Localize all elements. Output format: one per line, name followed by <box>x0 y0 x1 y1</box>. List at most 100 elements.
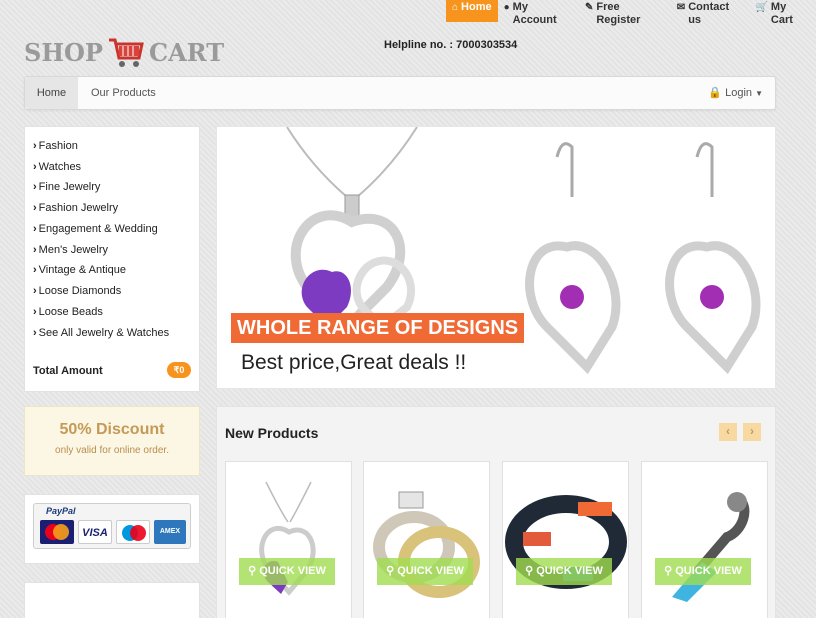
category-fashion[interactable]: › Fashion <box>33 139 78 153</box>
product-image <box>259 481 316 596</box>
category-label: Fine Jewelry <box>38 181 101 193</box>
quick-view-label: QUICK VIEW <box>259 565 326 577</box>
product-card-rings[interactable]: ⚲ QUICK VIEW <box>363 461 490 618</box>
lock-icon: 🔒 <box>708 87 723 99</box>
login-dropdown[interactable]: 🔒 Login ▼ <box>708 77 763 110</box>
product-image <box>672 492 750 602</box>
chevron-right-icon: › <box>33 140 37 152</box>
helpline: Helpline no. : 7000303534 <box>384 39 518 51</box>
chevron-right-icon: › <box>33 161 37 173</box>
banner-title: WHOLE RANGE OF DESIGNS <box>231 313 525 343</box>
quick-view-button[interactable]: ⚲ QUICK VIEW <box>516 558 612 585</box>
amex-logo: AMEX <box>154 520 186 544</box>
discount-box: 50% Discount only valid for online order… <box>24 406 200 476</box>
sidebar-blank-box <box>24 582 200 618</box>
category-fashion-jewelry[interactable]: › Fashion Jewelry <box>33 201 118 215</box>
quick-view-button[interactable]: ⚲ QUICK VIEW <box>655 558 751 585</box>
new-products-section: New Products ‹ › ⚲ QUICK VIEW ⚲ QUICK VI… <box>216 406 776 618</box>
quick-view-label: QUICK VIEW <box>397 565 464 577</box>
total-amount-label: Total Amount <box>33 365 103 377</box>
product-card-pendant[interactable]: ⚲ QUICK VIEW <box>641 461 768 618</box>
top-link-label: Free Register <box>596 1 641 26</box>
payment-methods-box: PayPal VISA AMEX <box>24 494 200 564</box>
nav-home[interactable]: Home <box>25 77 78 109</box>
top-link-label: Contact us <box>688 1 730 26</box>
quick-view-button[interactable]: ⚲ QUICK VIEW <box>239 558 335 585</box>
chevron-right-icon: › <box>33 264 37 276</box>
category-label: Engagement & Wedding <box>38 223 158 235</box>
search-icon: ⚲ <box>525 565 537 577</box>
search-icon: ⚲ <box>386 565 398 577</box>
envelope-icon: ✉ <box>676 2 686 13</box>
category-mens-jewelry[interactable]: › Men's Jewelry <box>33 243 108 257</box>
quick-view-label: QUICK VIEW <box>675 565 742 577</box>
nav-our-products[interactable]: Our Products <box>91 77 156 109</box>
total-amount-badge: ₹0 <box>167 362 191 378</box>
login-label: Login <box>725 87 753 99</box>
cart-icon: 🛒 <box>755 2 768 13</box>
quick-view-button[interactable]: ⚲ QUICK VIEW <box>377 558 473 585</box>
chevron-right-icon: › <box>33 223 37 235</box>
home-icon: ⌂ <box>452 2 459 13</box>
top-link-free-register[interactable]: ✎ Free Register <box>579 0 671 26</box>
banner-subtitle: Best price,Great deals !! <box>237 349 471 377</box>
product-image <box>505 495 627 589</box>
chevron-right-icon: › <box>33 285 37 297</box>
discount-title: 50% Discount <box>59 421 165 438</box>
search-icon: ⚲ <box>664 565 676 577</box>
new-products-title: New Products <box>225 425 319 441</box>
caret-down-icon: ▼ <box>755 89 763 98</box>
chevron-right-icon: › <box>33 202 37 214</box>
category-label: Loose Beads <box>38 306 103 318</box>
hero-banner[interactable]: WHOLE RANGE OF DESIGNS Best price,Great … <box>216 126 776 389</box>
category-see-all[interactable]: › See All Jewelry & Watches <box>33 326 169 340</box>
user-icon: ● <box>503 2 510 13</box>
search-icon: ⚲ <box>248 565 260 577</box>
category-loose-diamonds[interactable]: › Loose Diamonds <box>33 284 121 298</box>
chevron-right-icon: › <box>33 244 37 256</box>
category-vintage-antique[interactable]: › Vintage & Antique <box>33 263 126 277</box>
product-image <box>373 491 480 598</box>
payment-card: PayPal VISA AMEX <box>33 503 191 549</box>
site-logo[interactable]: SHOP CART <box>24 32 224 72</box>
top-bar: ⌂ Home ● My Account ✎ Free Register ✉ Co… <box>0 0 816 26</box>
category-label: Fashion Jewelry <box>38 202 119 214</box>
top-link-home[interactable]: ⌂ Home <box>446 0 498 22</box>
chevron-right-icon: › <box>33 181 37 193</box>
top-link-my-account[interactable]: ● My Account <box>498 0 579 26</box>
carousel-prev-button[interactable]: ‹ <box>719 423 737 441</box>
quick-view-label: QUICK VIEW <box>536 565 603 577</box>
paypal-logo: PayPal <box>46 506 76 516</box>
product-card-necklace[interactable]: ⚲ QUICK VIEW <box>225 461 352 618</box>
chevron-right-icon: › <box>33 306 37 318</box>
top-link-label: My Cart <box>770 1 793 26</box>
category-sidebar: › Fashion › Watches › Fine Jewelry › Fashion… <box>24 126 200 392</box>
category-label: Watches <box>38 161 82 173</box>
top-links: ⌂ Home ● My Account ✎ Free Register ✉ Co… <box>446 0 816 26</box>
top-link-my-cart[interactable]: 🛒 My Cart <box>749 0 816 26</box>
category-label: Vintage & Antique <box>38 264 126 276</box>
product-card-bracelet[interactable]: ⚲ QUICK VIEW <box>502 461 629 618</box>
maestro-logo <box>116 520 150 544</box>
main-navbar: Home Our Products 🔒 Login ▼ <box>24 76 776 110</box>
chevron-right-icon: › <box>33 327 37 339</box>
visa-logo: VISA <box>78 520 112 544</box>
logo-text-left: SHOP <box>24 37 103 67</box>
category-label: Fashion <box>38 140 78 152</box>
category-engagement-wedding[interactable]: › Engagement & Wedding <box>33 222 158 236</box>
category-fine-jewelry[interactable]: › Fine Jewelry <box>33 180 100 194</box>
category-watches[interactable]: › Watches <box>33 160 81 174</box>
category-label: See All Jewelry & Watches <box>38 327 170 339</box>
category-label: Men's Jewelry <box>38 244 109 256</box>
category-loose-beads[interactable]: › Loose Beads <box>33 305 103 319</box>
top-link-label: My Account <box>512 1 557 26</box>
logo-cart-icon <box>107 34 145 70</box>
category-label: Loose Diamonds <box>38 285 122 297</box>
mastercard-logo <box>40 520 74 544</box>
top-link-contact-us[interactable]: ✉ Contact us <box>671 0 750 26</box>
carousel-next-button[interactable]: › <box>743 423 761 441</box>
top-link-label: Home <box>461 1 492 13</box>
logo-text-right: CART <box>148 37 225 67</box>
discount-subtitle: only valid for online order. <box>55 445 169 456</box>
edit-icon: ✎ <box>584 2 594 13</box>
